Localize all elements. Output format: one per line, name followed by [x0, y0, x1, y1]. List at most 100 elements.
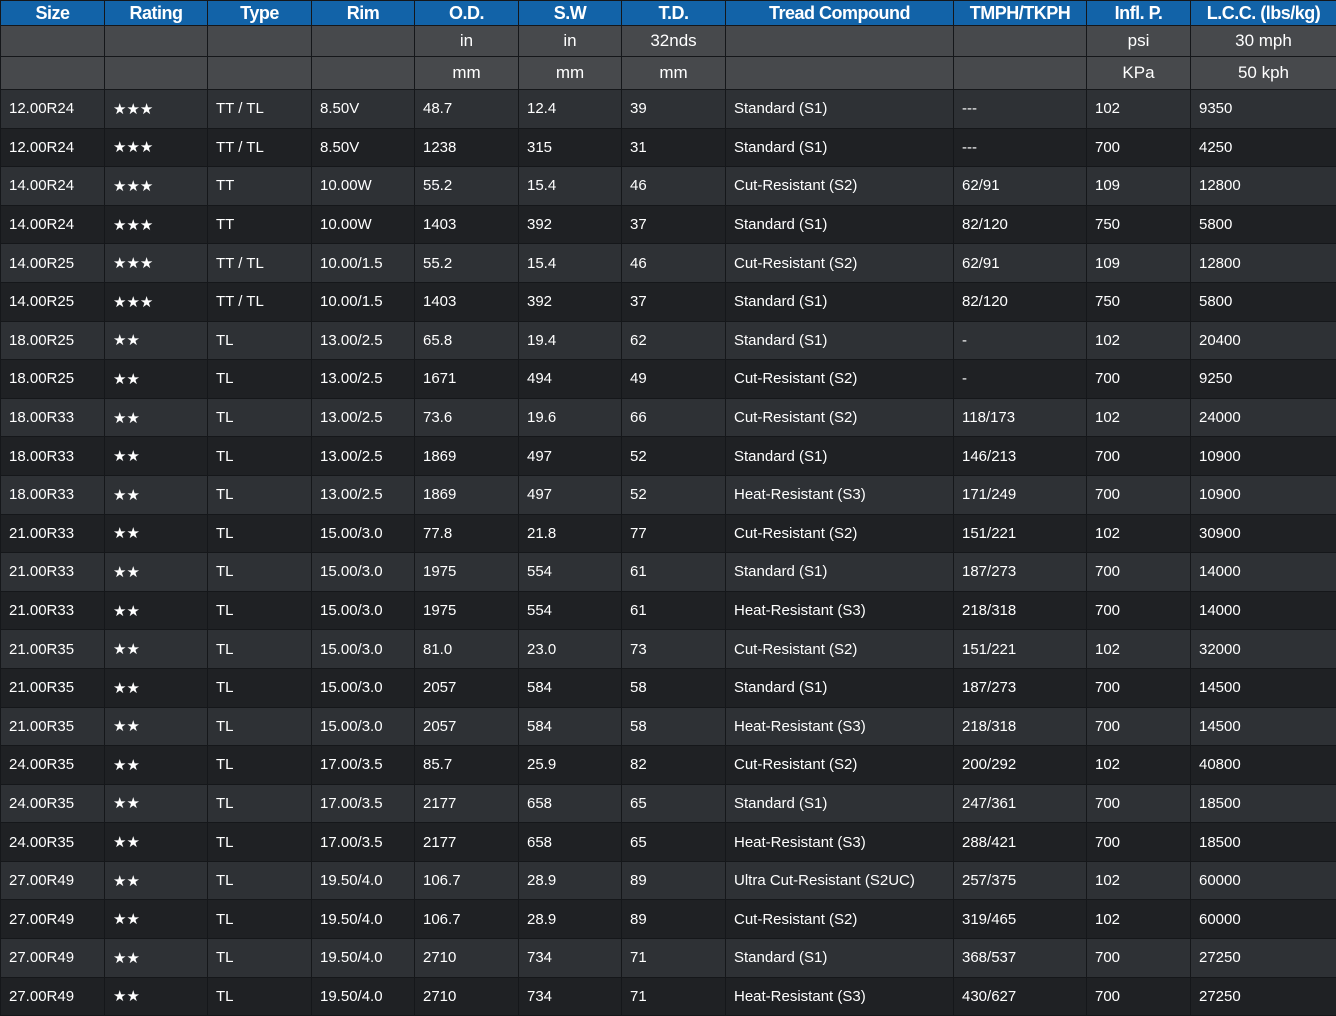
td-cell: 31: [622, 128, 726, 167]
tmph-tkph-cell: 82/120: [954, 205, 1087, 244]
rating-cell: ★★★: [105, 167, 208, 206]
size-cell: 27.00R49: [1, 939, 105, 978]
rating-cell: ★★★: [105, 128, 208, 167]
column-header-inflation-pressure[interactable]: Infl. P.: [1087, 1, 1191, 26]
td-cell: 66: [622, 398, 726, 437]
inflation-pressure-cell: 700: [1087, 823, 1191, 862]
rim-cell: 13.00/2.5: [312, 398, 415, 437]
od-cell: 55.2: [415, 167, 519, 206]
size-cell: 24.00R35: [1, 823, 105, 862]
tread-compound-cell: Cut-Resistant (S2): [726, 360, 954, 399]
table-row: 18.00R33★★TL13.00/2.5186949752Standard (…: [1, 437, 1336, 476]
inflation-pressure-cell: 102: [1087, 514, 1191, 553]
inflation-pressure-cell: 700: [1087, 784, 1191, 823]
rim-cell: 19.50/4.0: [312, 861, 415, 900]
rim-cell: 13.00/2.5: [312, 321, 415, 360]
table-row: 21.00R35★★TL15.00/3.0205758458Standard (…: [1, 668, 1336, 707]
rating-cell: ★★★: [105, 90, 208, 129]
od-cell: 1403: [415, 282, 519, 321]
td-cell: 46: [622, 167, 726, 206]
size-cell: 12.00R24: [1, 90, 105, 129]
td-cell: 65: [622, 823, 726, 862]
td-cell: 52: [622, 437, 726, 476]
tmph-tkph-cell: ---: [954, 90, 1087, 129]
type-cell: TT / TL: [208, 90, 312, 129]
column-header-lcc[interactable]: L.C.C. (lbs/kg): [1191, 1, 1336, 26]
column-header-sw[interactable]: S.W: [519, 1, 622, 26]
table-row: 18.00R25★★TL13.00/2.5167149449Cut-Resist…: [1, 360, 1336, 399]
lcc-cell: 24000: [1191, 398, 1336, 437]
column-header-td[interactable]: T.D.: [622, 1, 726, 26]
rim-cell: 13.00/2.5: [312, 360, 415, 399]
tmph-tkph-cell: 247/361: [954, 784, 1087, 823]
sw-cell: 658: [519, 823, 622, 862]
lcc-cell: 30900: [1191, 514, 1336, 553]
unit-cell: [208, 26, 312, 57]
column-header-tread-compound[interactable]: Tread Compound: [726, 1, 954, 26]
td-cell: 52: [622, 475, 726, 514]
table-row: 14.00R24★★★TT10.00W55.215.446Cut-Resista…: [1, 167, 1336, 206]
td-cell: 58: [622, 668, 726, 707]
column-header-rating[interactable]: Rating: [105, 1, 208, 26]
table-body: 12.00R24★★★TT / TL8.50V48.712.439Standar…: [1, 90, 1336, 1016]
table-row: 21.00R35★★TL15.00/3.0205758458Heat-Resis…: [1, 707, 1336, 746]
inflation-pressure-cell: 102: [1087, 630, 1191, 669]
column-header-tmph-tkph[interactable]: TMPH/TKPH: [954, 1, 1087, 26]
unit-cell: mm: [622, 57, 726, 90]
od-cell: 2057: [415, 707, 519, 746]
size-cell: 24.00R35: [1, 784, 105, 823]
size-cell: 27.00R49: [1, 900, 105, 939]
tread-compound-cell: Standard (S1): [726, 437, 954, 476]
tmph-tkph-cell: -: [954, 321, 1087, 360]
sw-cell: 554: [519, 591, 622, 630]
type-cell: TL: [208, 553, 312, 592]
od-cell: 1238: [415, 128, 519, 167]
table-row: 27.00R49★★TL19.50/4.0271073471Standard (…: [1, 939, 1336, 978]
tread-compound-cell: Standard (S1): [726, 282, 954, 321]
od-cell: 2710: [415, 939, 519, 978]
od-cell: 2177: [415, 823, 519, 862]
tread-compound-cell: Standard (S1): [726, 205, 954, 244]
rim-cell: 10.00W: [312, 205, 415, 244]
inflation-pressure-cell: 700: [1087, 591, 1191, 630]
tread-compound-cell: Heat-Resistant (S3): [726, 475, 954, 514]
tread-compound-cell: Standard (S1): [726, 553, 954, 592]
rim-cell: 17.00/3.5: [312, 823, 415, 862]
size-cell: 18.00R25: [1, 360, 105, 399]
rim-cell: 17.00/3.5: [312, 746, 415, 785]
header-row-columns: Size Rating Type Rim O.D. S.W T.D. Tread…: [1, 1, 1336, 26]
tmph-tkph-cell: 368/537: [954, 939, 1087, 978]
rating-cell: ★★: [105, 630, 208, 669]
column-header-size[interactable]: Size: [1, 1, 105, 26]
type-cell: TL: [208, 668, 312, 707]
od-cell: 65.8: [415, 321, 519, 360]
tmph-tkph-cell: 187/273: [954, 668, 1087, 707]
sw-cell: 494: [519, 360, 622, 399]
inflation-pressure-cell: 700: [1087, 360, 1191, 399]
rim-cell: 15.00/3.0: [312, 591, 415, 630]
unit-cell: mm: [415, 57, 519, 90]
table-row: 14.00R25★★★TT / TL10.00/1.5140339237Stan…: [1, 282, 1336, 321]
column-header-rim[interactable]: Rim: [312, 1, 415, 26]
inflation-pressure-cell: 700: [1087, 977, 1191, 1016]
td-cell: 65: [622, 784, 726, 823]
od-cell: 1975: [415, 591, 519, 630]
type-cell: TT / TL: [208, 282, 312, 321]
unit-cell: psi: [1087, 26, 1191, 57]
inflation-pressure-cell: 700: [1087, 668, 1191, 707]
td-cell: 61: [622, 553, 726, 592]
column-header-type[interactable]: Type: [208, 1, 312, 26]
rim-cell: 10.00/1.5: [312, 244, 415, 283]
tmph-tkph-cell: 319/465: [954, 900, 1087, 939]
od-cell: 106.7: [415, 900, 519, 939]
tmph-tkph-cell: 151/221: [954, 630, 1087, 669]
column-header-od[interactable]: O.D.: [415, 1, 519, 26]
rim-cell: 8.50V: [312, 128, 415, 167]
td-cell: 58: [622, 707, 726, 746]
lcc-cell: 60000: [1191, 900, 1336, 939]
sw-cell: 28.9: [519, 861, 622, 900]
sw-cell: 19.6: [519, 398, 622, 437]
tread-compound-cell: Cut-Resistant (S2): [726, 514, 954, 553]
tread-compound-cell: Cut-Resistant (S2): [726, 244, 954, 283]
inflation-pressure-cell: 109: [1087, 167, 1191, 206]
